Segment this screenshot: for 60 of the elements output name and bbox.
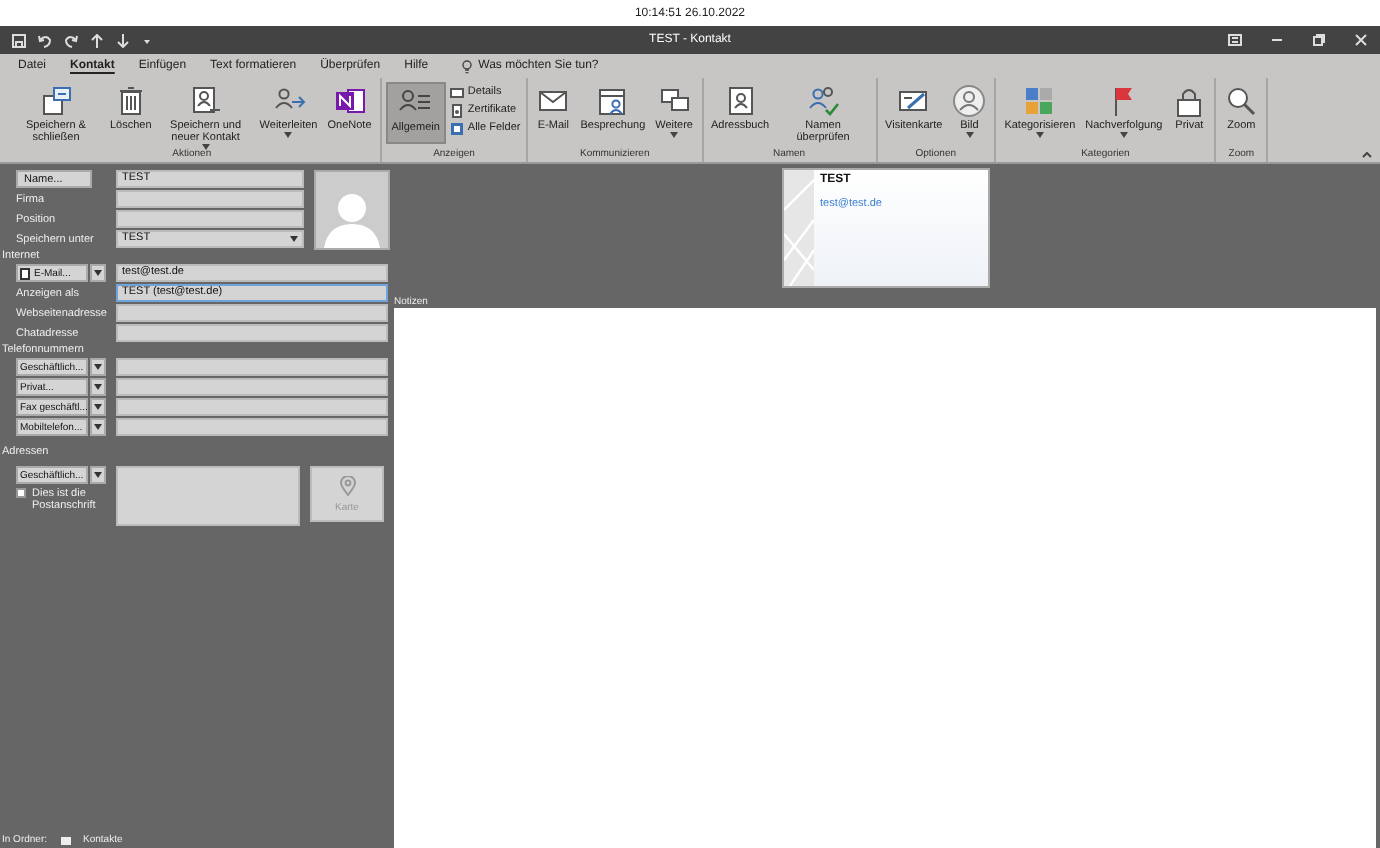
details-icon: [449, 85, 464, 99]
caret-icon: [965, 132, 974, 138]
caret-icon: [1035, 132, 1044, 138]
up-arrow-icon: [90, 33, 104, 47]
color-grid-icon: [1022, 84, 1057, 118]
dropdown-button[interactable]: [90, 466, 106, 484]
caret-icon: [290, 236, 298, 242]
notes-field[interactable]: [394, 308, 1376, 848]
person-silhouette-icon: [324, 188, 380, 248]
chat-address-field[interactable]: [116, 324, 388, 342]
dropdown-button[interactable]: [90, 378, 106, 396]
caret-icon: [94, 424, 102, 430]
web-address-field[interactable]: [116, 304, 388, 322]
address-book-icon: [723, 84, 758, 118]
down-arrow-icon: [116, 33, 130, 47]
collapse-ribbon-icon: [1362, 152, 1372, 158]
avatar-icon: [952, 84, 987, 118]
check-names-icon: [806, 84, 841, 118]
contact-card-icon: [188, 84, 223, 118]
folder-icon: [59, 836, 72, 846]
caret-icon: [94, 364, 102, 370]
ribbon-display-icon: [1228, 34, 1242, 46]
save-close-icon: [39, 84, 73, 118]
padlock-icon: [1172, 84, 1207, 118]
certificate-icon: [449, 103, 464, 117]
close-icon: [1354, 34, 1368, 46]
address-field[interactable]: [116, 466, 300, 526]
caret-icon: [94, 472, 102, 478]
caret-icon: [201, 144, 210, 150]
phone-field[interactable]: [116, 398, 388, 416]
search-icon: [1224, 84, 1259, 118]
redo-icon: [64, 33, 78, 47]
save-icon: [12, 33, 26, 47]
email-card-icon: [20, 267, 30, 279]
phone-field[interactable]: [116, 358, 388, 376]
dropdown-button[interactable]: [90, 264, 106, 282]
caret-icon: [670, 132, 679, 138]
lightbulb-icon: [462, 59, 473, 73]
position-field[interactable]: [116, 210, 304, 228]
dropdown-button[interactable]: [90, 418, 106, 436]
company-field[interactable]: [116, 190, 304, 208]
card-pattern-drawing: [784, 170, 814, 286]
map-pin-icon: [339, 475, 355, 495]
dropdown-button[interactable]: [90, 358, 106, 376]
caret-icon: [94, 384, 102, 390]
phone-field[interactable]: [116, 418, 388, 436]
undo-icon: [38, 33, 52, 47]
calendar-person-icon: [595, 84, 630, 118]
caret-icon: [1119, 132, 1128, 138]
dropdown-button[interactable]: [90, 398, 106, 416]
phone-field[interactable]: [116, 378, 388, 396]
all-fields-icon: [449, 121, 464, 135]
contact-photo[interactable]: [314, 170, 390, 250]
onenote-icon: [332, 84, 367, 118]
caret-icon: [94, 270, 102, 276]
checkbox[interactable]: [16, 488, 26, 498]
caret-icon: [284, 132, 293, 138]
minimize-icon: [1270, 34, 1284, 46]
caret-icon: [94, 404, 102, 410]
restore-icon: [1312, 34, 1326, 46]
